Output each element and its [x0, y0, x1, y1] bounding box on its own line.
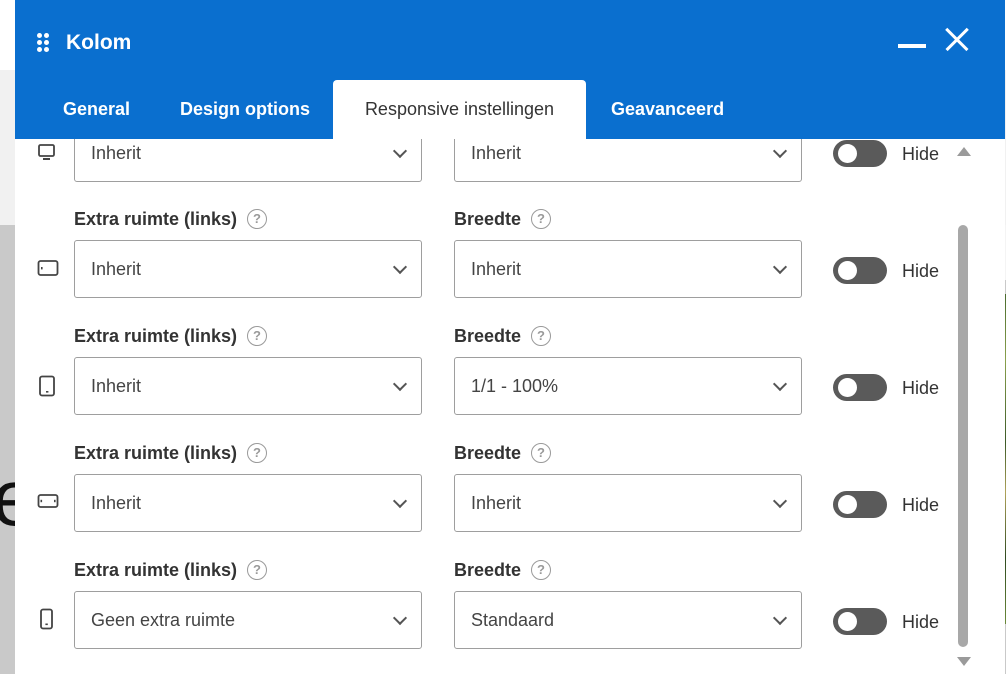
help-icon[interactable]: ?	[531, 326, 551, 346]
hide-toggle-desktop[interactable]	[833, 140, 887, 167]
chevron-down-icon	[772, 376, 788, 392]
offset-label: Extra ruimte (links)	[74, 209, 238, 229]
minimize-button[interactable]	[898, 44, 926, 48]
help-icon[interactable]: ?	[247, 326, 267, 346]
modal-title: Kolom	[66, 31, 132, 54]
chevron-down-icon	[772, 493, 788, 509]
width-select-mobile-portrait[interactable]: Standaard	[454, 591, 802, 649]
width-label: Breedte	[454, 560, 522, 580]
modal-header: Kolom General Design options Responsive …	[15, 0, 1005, 139]
help-icon[interactable]: ?	[247, 209, 267, 229]
responsive-settings-panel: Inherit Inherit Hide Extra ruimte (links…	[15, 139, 1005, 674]
width-select-value: Inherit	[471, 143, 522, 163]
width-select-value: Inherit	[471, 259, 522, 279]
width-select-mobile-landscape[interactable]: Inherit	[454, 474, 802, 532]
offset-select-value: Inherit	[91, 143, 142, 163]
toggle-knob	[838, 612, 857, 631]
chevron-down-icon	[392, 493, 408, 509]
toggle-knob	[838, 495, 857, 514]
width-select-desktop[interactable]: Inherit	[454, 139, 802, 182]
desktop-icon	[37, 143, 59, 163]
scroll-up-arrow-icon[interactable]	[957, 147, 971, 156]
offset-select-desktop[interactable]: Inherit	[74, 139, 422, 182]
offset-label: Extra ruimte (links)	[74, 326, 238, 346]
offset-select-value: Inherit	[91, 259, 142, 279]
width-label: Breedte	[454, 443, 522, 463]
hide-label: Hide	[902, 261, 940, 281]
chevron-down-icon	[772, 610, 788, 626]
drag-handle-icon[interactable]	[37, 33, 49, 52]
offset-select-tablet-landscape[interactable]: Inherit	[74, 240, 422, 298]
width-select-value: Inherit	[471, 493, 522, 513]
tab-responsive-settings[interactable]: Responsive instellingen	[333, 80, 586, 139]
offset-select-mobile-portrait[interactable]: Geen extra ruimte	[74, 591, 422, 649]
chevron-down-icon	[392, 376, 408, 392]
chevron-down-icon	[392, 610, 408, 626]
scroll-down-arrow-icon[interactable]	[957, 657, 971, 666]
offset-select-tablet-portrait[interactable]: Inherit	[74, 357, 422, 415]
chevron-down-icon	[772, 143, 788, 159]
tab-general[interactable]: General	[63, 80, 130, 139]
offset-select-value: Inherit	[91, 376, 142, 396]
width-label: Breedte	[454, 209, 522, 229]
column-settings-modal: Kolom General Design options Responsive …	[15, 0, 1005, 674]
hide-label: Hide	[902, 612, 940, 632]
help-icon[interactable]: ?	[247, 560, 267, 580]
scrollbar-thumb[interactable]	[958, 225, 968, 647]
hide-toggle-mobile-landscape[interactable]	[833, 491, 887, 518]
mobile-portrait-icon	[37, 608, 59, 630]
toggle-knob	[838, 261, 857, 280]
width-select-value: Standaard	[471, 610, 555, 630]
hide-label: Hide	[902, 144, 940, 164]
width-label: Breedte	[454, 326, 522, 346]
hide-toggle-tablet-landscape[interactable]	[833, 257, 887, 284]
width-select-tablet-landscape[interactable]: Inherit	[454, 240, 802, 298]
mobile-landscape-icon	[37, 493, 59, 513]
tab-advanced[interactable]: Geavanceerd	[611, 80, 724, 139]
help-icon[interactable]: ?	[247, 443, 267, 463]
offset-select-mobile-landscape[interactable]: Inherit	[74, 474, 422, 532]
offset-label: Extra ruimte (links)	[74, 443, 238, 463]
offset-label: Extra ruimte (links)	[74, 560, 238, 580]
help-icon[interactable]: ?	[531, 560, 551, 580]
toggle-knob	[838, 378, 857, 397]
hide-toggle-mobile-portrait[interactable]	[833, 608, 887, 635]
width-select-value: 1/1 - 100%	[471, 376, 559, 396]
tablet-landscape-icon	[37, 259, 59, 279]
close-button[interactable]	[945, 28, 969, 52]
hide-toggle-tablet-portrait[interactable]	[833, 374, 887, 401]
help-icon[interactable]: ?	[531, 443, 551, 463]
offset-select-value: Inherit	[91, 493, 142, 513]
tablet-portrait-icon	[37, 375, 59, 397]
offset-select-value: Geen extra ruimte	[91, 610, 236, 630]
width-select-tablet-portrait[interactable]: 1/1 - 100%	[454, 357, 802, 415]
chevron-down-icon	[392, 143, 408, 159]
hide-label: Hide	[902, 495, 940, 515]
hide-label: Hide	[902, 378, 940, 398]
chevron-down-icon	[772, 259, 788, 275]
tab-design-options[interactable]: Design options	[180, 80, 310, 139]
help-icon[interactable]: ?	[531, 209, 551, 229]
toggle-knob	[838, 144, 857, 163]
chevron-down-icon	[392, 259, 408, 275]
